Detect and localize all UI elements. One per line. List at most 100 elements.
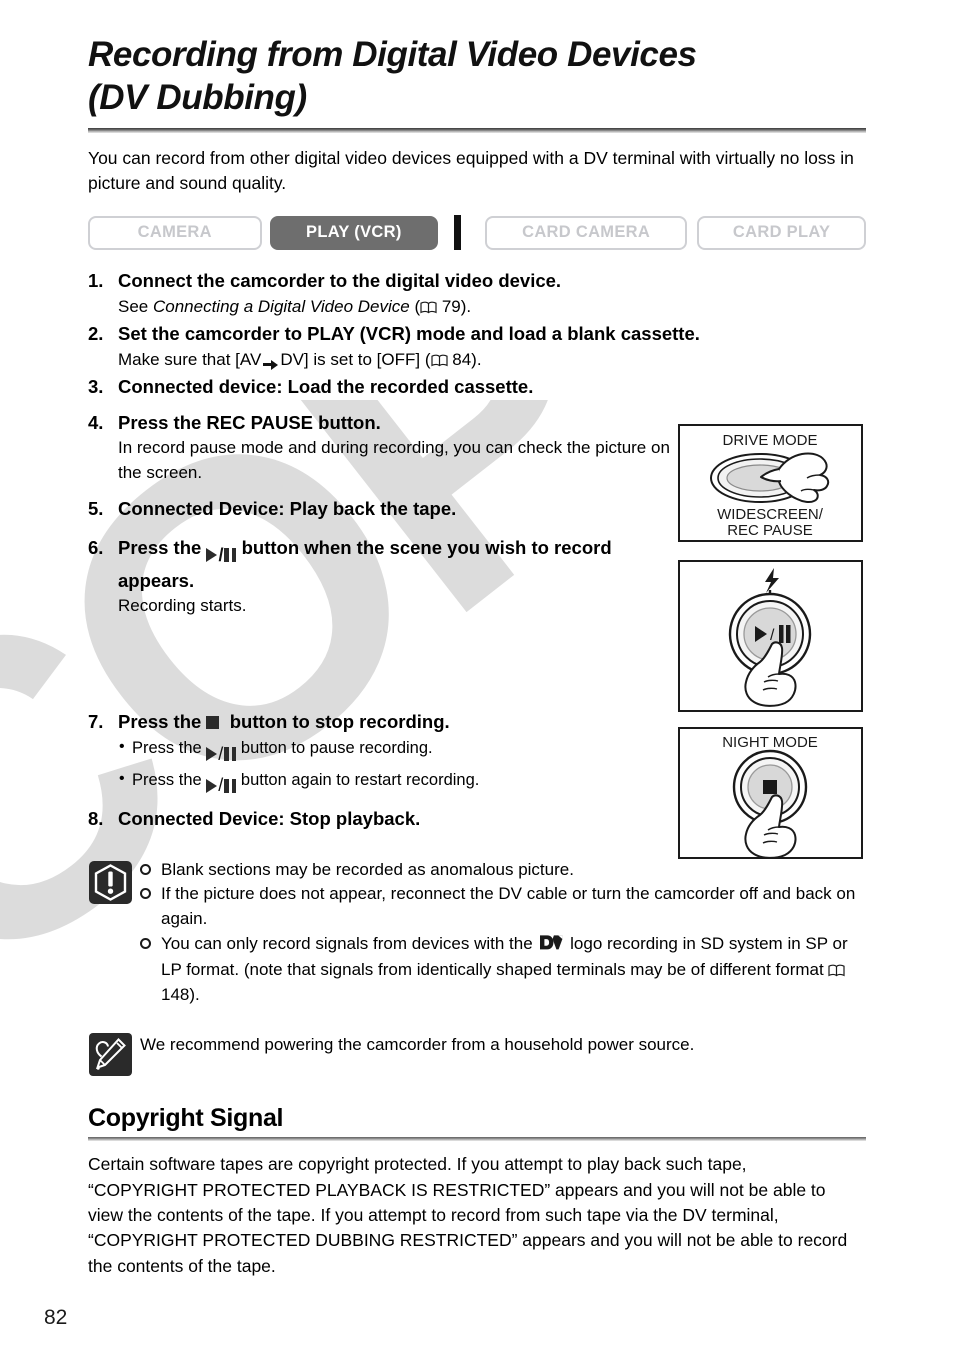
step-4-heading: Press the REC PAUSE button. <box>118 411 381 433</box>
step-7-heading-pre: Press the <box>118 710 207 732</box>
right-arrow-icon <box>261 359 280 370</box>
dv-logo-icon <box>539 934 563 959</box>
step-1: 1. Connect the camcorder to the digital … <box>88 268 673 319</box>
mode-button-camera[interactable]: CAMERA <box>88 215 262 250</box>
step-2-detail-post: ). <box>471 349 482 369</box>
step-1-heading: Connect the camcorder to the digital vid… <box>118 270 562 292</box>
step-7-bullet-2-post: button again to restart recording. <box>236 770 480 789</box>
step-8: 8. Connected Device: Stop playback. <box>88 806 673 832</box>
mode-button-bar: CAMERA PLAY (VCR) CARD CAMERA CARD PLAY <box>88 215 866 251</box>
note-item-3-page-ref: 148 <box>161 985 190 1004</box>
copyright-signal-divider <box>88 1137 866 1142</box>
notes-section: Blank sections may be recorded as anomal… <box>88 858 866 1077</box>
step-1-number: 1. <box>88 270 104 292</box>
step-7-bullet-1-post: button to pause recording. <box>236 739 433 758</box>
step-7-bullet-2-pre: Press the <box>132 770 207 789</box>
mode-button-card-play-label: CARD PLAY <box>732 223 831 242</box>
svg-text:/: / <box>770 627 775 644</box>
warning-exclamation-icon <box>88 858 140 905</box>
step-1-detail: See Connecting a Digital Video Device ( … <box>118 295 673 320</box>
page-title-line-1: Recording from Digital Video Devices <box>88 35 697 74</box>
step-3-number: 3. <box>88 376 104 398</box>
step-2-number: 2. <box>88 323 104 345</box>
note-item-3-post: ). <box>189 985 200 1004</box>
step-2: 2. Set the camcorder to PLAY (VCR) mode … <box>88 321 700 372</box>
step-2-page-ref: 84 <box>452 349 472 369</box>
warning-note-text: Blank sections may be recorded as anomal… <box>140 858 866 1008</box>
illustration-drive-mode: DRIVE MODE WIDESCREEN/ REC PAUSE <box>678 424 863 542</box>
step-3-heading: Connected device: Load the recorded cass… <box>118 376 534 398</box>
note-item-1-text: Blank sections may be recorded as anomal… <box>161 859 574 879</box>
note-item-2: If the picture does not appear, reconnec… <box>140 882 866 931</box>
mode-button-card-camera[interactable]: CARD CAMERA <box>484 215 688 250</box>
stop-icon <box>763 780 777 794</box>
illustration-play-pause: / <box>678 560 863 712</box>
ring-bullet-icon <box>140 863 151 875</box>
step-6: 6. Press the / button when the scene you… <box>88 535 673 619</box>
step-8-number: 8. <box>88 808 104 830</box>
step-4: 4. Press the REC PAUSE button. In record… <box>88 410 673 486</box>
step-2-detail-pre: Make sure that [AV <box>118 349 262 369</box>
copyright-signal-body: Certain software tapes are copyright pro… <box>88 1154 848 1276</box>
book-icon <box>420 301 437 314</box>
play-pause-icon: / <box>206 543 237 568</box>
page-number: 82 <box>44 1306 68 1329</box>
step-1-detail-paren-close: ). <box>460 296 472 316</box>
rec-pause-label: REC PAUSE <box>727 522 813 539</box>
step-4-detail: In record pause mode and during recordin… <box>118 438 670 483</box>
step-7-bullets: Press the / button to pause recording. P… <box>118 735 673 800</box>
mode-button-camera-label: CAMERA <box>137 223 212 242</box>
step-2-detail: Make sure that [AV DV] is set to [OFF] ( … <box>118 348 718 373</box>
mode-button-play-vcr-label: PLAY (VCR) <box>306 223 402 242</box>
step-7-bullet-1: Press the / button to pause recording. <box>118 735 673 768</box>
step-6-number: 6. <box>88 537 104 559</box>
illustration-night-mode: NIGHT MODE <box>678 727 863 859</box>
drive-mode-label: DRIVE MODE <box>722 432 817 449</box>
step-1-detail-reference: Connecting a Digital Video Device <box>152 296 410 316</box>
copyright-signal-section: Copyright Signal Certain software tapes … <box>88 1103 866 1279</box>
ring-bullet-icon <box>140 937 151 949</box>
step-4-number: 4. <box>88 411 104 433</box>
note-item-1: Blank sections may be recorded as anomal… <box>140 858 866 883</box>
book-icon <box>828 964 846 977</box>
step-5-heading: Connected Device: Play back the tape. <box>118 497 457 519</box>
step-5: 5. Connected Device: Play back the tape. <box>88 496 673 522</box>
widescreen-label: WIDESCREEN/ <box>717 506 824 523</box>
memo-note-text: We recommend powering the camcorder from… <box>140 1034 695 1054</box>
mode-separator <box>454 215 461 251</box>
step-2-heading: Set the camcorder to PLAY (VCR) mode and… <box>118 323 700 345</box>
step-7-heading-post: button to stop recording. <box>229 710 450 732</box>
mode-button-play-vcr[interactable]: PLAY (VCR) <box>269 215 439 250</box>
copyright-signal-title: Copyright Signal <box>88 1103 284 1132</box>
step-3: 3. Connected device: Load the recorded c… <box>88 374 673 400</box>
step-1-detail-pre: See <box>118 296 153 316</box>
step-7: 7. Press the button to stop recording. P… <box>88 709 673 800</box>
page-title: Recording from Digital Video Devices (DV… <box>88 34 866 119</box>
step-6-heading: Press the / button when the scene you wi… <box>118 535 673 593</box>
note-item-3-pre: You can only record signals from devices… <box>161 933 538 953</box>
step-7-heading: Press the button to stop recording. <box>118 709 673 735</box>
memo-note-row: We recommend powering the camcorder from… <box>88 1030 866 1077</box>
note-item-3: You can only record signals from devices… <box>140 932 866 1008</box>
step-8-heading: Connected Device: Stop playback. <box>118 808 421 830</box>
book-icon <box>430 354 448 367</box>
manual-page: Recording from Digital Video Devices ( DV… <box>0 0 954 1357</box>
step-1-page-ref: 79 <box>441 296 461 316</box>
play-pause-icon: / <box>206 741 237 768</box>
step-7-bullet-2: Press the / button again to restart reco… <box>118 767 673 800</box>
intro-paragraph: You can record from other digital video … <box>88 148 854 194</box>
step-1-detail-paren-open: ( <box>409 296 421 316</box>
step-5-number: 5. <box>88 497 104 519</box>
pencil-memo-icon <box>88 1030 140 1077</box>
step-6-detail: Recording starts. <box>118 596 247 616</box>
night-mode-label: NIGHT MODE <box>722 734 818 751</box>
instruction-steps: 1. Connect the camcorder to the digital … <box>88 268 700 832</box>
play-pause-icon: / <box>206 772 237 799</box>
title-divider <box>88 128 866 134</box>
ring-bullet-icon <box>140 888 151 900</box>
step-2-detail-mid: DV] is set to [OFF] ( <box>280 349 431 369</box>
note-item-2-text: If the picture does not appear, reconnec… <box>161 884 856 929</box>
stop-icon <box>206 715 220 729</box>
step-7-number: 7. <box>88 710 104 732</box>
mode-button-card-play[interactable]: CARD PLAY <box>697 215 866 250</box>
